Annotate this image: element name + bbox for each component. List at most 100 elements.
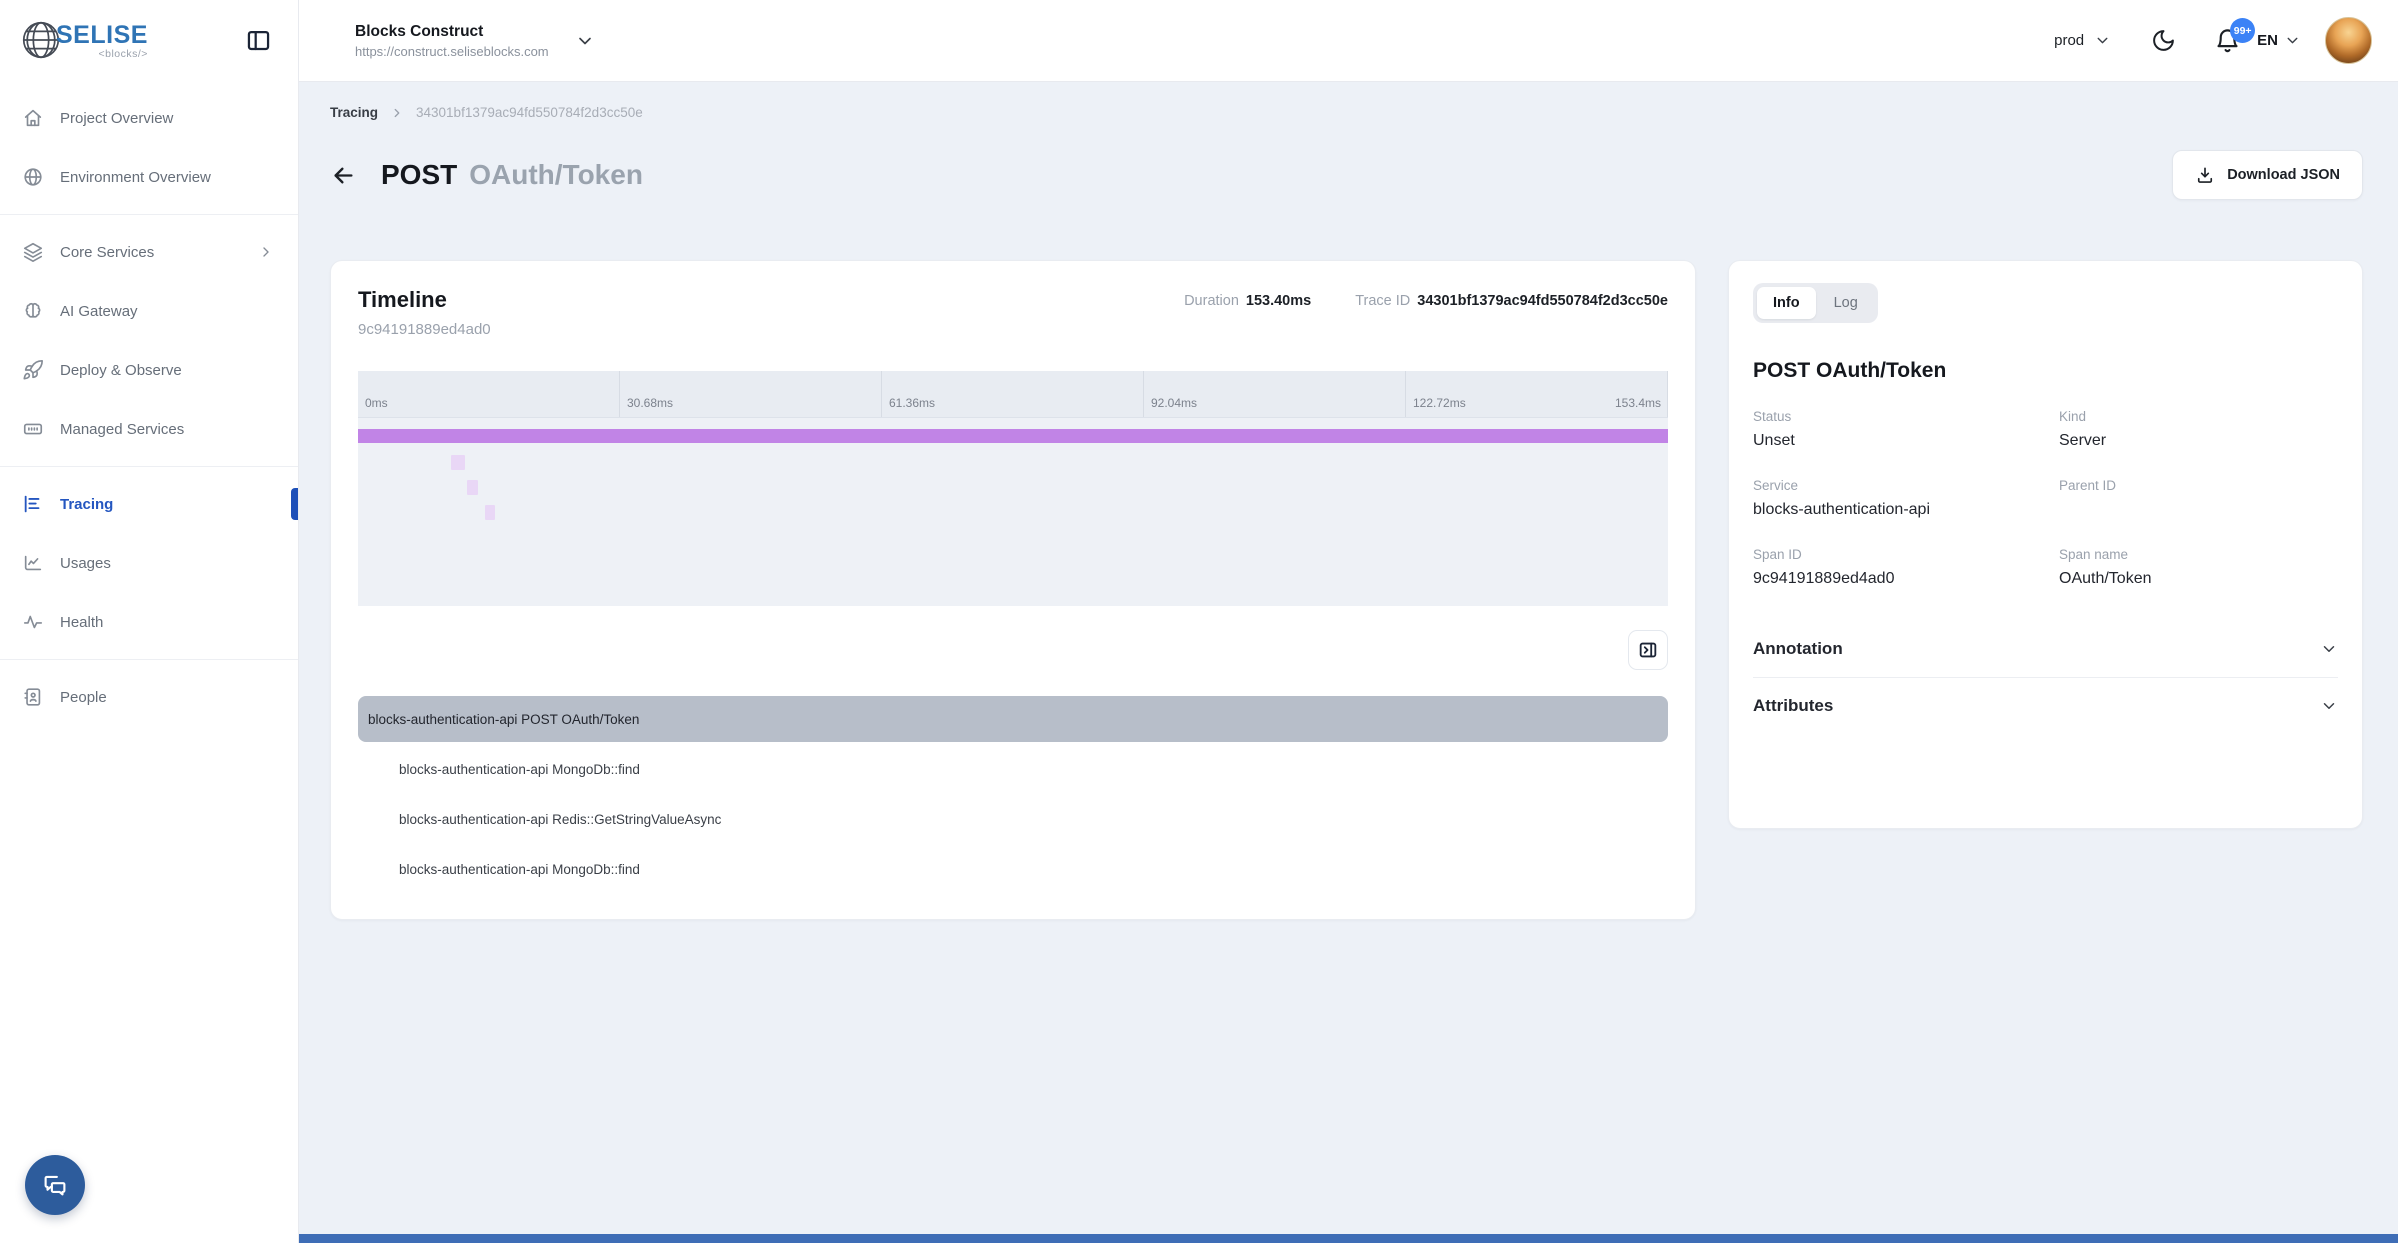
sidebar-item-label: Core Services — [60, 244, 242, 261]
sidebar-item-usages[interactable]: Usages — [0, 541, 298, 585]
topbar: Blocks Construct https://construct.selis… — [299, 0, 2398, 82]
tab-info[interactable]: Info — [1757, 287, 1816, 319]
open-panel-button[interactable] — [1628, 630, 1668, 670]
sidebar-collapse-icon[interactable] — [243, 25, 274, 56]
divider — [1753, 677, 2338, 678]
field-label: Parent ID — [2059, 478, 2338, 493]
download-json-button[interactable]: Download JSON — [2172, 150, 2363, 200]
back-button[interactable] — [330, 162, 357, 189]
span-row[interactable]: blocks-authentication-api MongoDb::find — [358, 846, 1668, 892]
timeline-chart-area — [358, 418, 1668, 606]
field-span-name: Span name OAuth/Token — [2059, 547, 2338, 589]
trace-id-value: 34301bf1379ac94fd550784f2d3cc50e — [1417, 293, 1668, 309]
annotation-section-toggle[interactable]: Annotation — [1753, 627, 2338, 671]
project-name: Blocks Construct — [355, 23, 549, 41]
sidebar-item-label: Usages — [60, 555, 274, 572]
dark-mode-toggle[interactable] — [2151, 28, 2176, 53]
sidebar-item-label: Deploy & Observe — [60, 362, 274, 379]
timeline-span-bar[interactable] — [485, 505, 495, 520]
sidebar-item-managed-services[interactable]: Managed Services — [0, 407, 298, 451]
sidebar-nav: Project Overview Environment Overview Co… — [0, 80, 298, 719]
field-status: Status Unset — [1753, 409, 2059, 451]
sidebar-item-label: AI Gateway — [60, 303, 274, 320]
annotation-label: Annotation — [1753, 639, 1843, 659]
user-avatar[interactable] — [2325, 17, 2372, 64]
field-span-id: Span ID 9c94191889ed4ad0 — [1753, 547, 2059, 589]
axis-tick: 92.04ms — [1151, 396, 1197, 410]
main-content: Tracing 34301bf1379ac94fd550784f2d3cc50e… — [299, 82, 2398, 1243]
sidebar-item-project-overview[interactable]: Project Overview — [0, 96, 298, 140]
trace-id-field: Trace ID34301bf1379ac94fd550784f2d3cc50e — [1355, 293, 1668, 309]
span-fields: Status Unset Kind Server Service blocks-… — [1753, 409, 2338, 589]
field-value: 9c94191889ed4ad0 — [1753, 570, 2059, 589]
sidebar-item-environment-overview[interactable]: Environment Overview — [0, 155, 298, 199]
span-row-root[interactable]: blocks-authentication-api POST OAuth/Tok… — [358, 696, 1668, 742]
sidebar-item-health[interactable]: Health — [0, 600, 298, 644]
language-value: EN — [2257, 32, 2278, 49]
brand-tagline: <blocks/> — [98, 48, 147, 60]
field-kind: Kind Server — [2059, 409, 2338, 451]
field-value: blocks-authentication-api — [1753, 501, 2059, 520]
sidebar-item-people[interactable]: People — [0, 675, 298, 719]
sidebar-item-label: Tracing — [60, 496, 274, 513]
field-parent-id: Parent ID — [2059, 478, 2338, 520]
field-value: Unset — [1753, 432, 2059, 451]
timeline-span-bar[interactable] — [358, 429, 1668, 443]
chevron-down-icon — [2320, 640, 2338, 658]
span-details-card: Info Log POST OAuth/Token Status Unset K… — [1728, 260, 2363, 829]
page-title: OAuth/Token — [469, 159, 643, 191]
chat-support-button[interactable] — [25, 1155, 85, 1215]
chevron-down-icon — [2284, 32, 2301, 49]
duration-label: Duration — [1184, 293, 1239, 309]
sidebar-item-label: Health — [60, 614, 274, 631]
sidebar-item-label: Managed Services — [60, 421, 274, 438]
activity-icon — [22, 611, 44, 633]
tab-log[interactable]: Log — [1818, 287, 1874, 319]
field-value: OAuth/Token — [2059, 570, 2338, 589]
selise-logo[interactable]: SELISE <blocks/> — [18, 17, 148, 63]
horizontal-scrollbar[interactable] — [299, 1234, 2398, 1243]
timeline-span-bar[interactable] — [467, 480, 477, 495]
sidebar-item-label: Project Overview — [60, 110, 274, 127]
timeline-span-id: 9c94191889ed4ad0 — [358, 321, 491, 338]
sidebar-item-ai-gateway[interactable]: AI Gateway — [0, 289, 298, 333]
notifications-button[interactable]: 99+ — [2214, 27, 2241, 54]
breadcrumb-trace-id: 34301bf1379ac94fd550784f2d3cc50e — [416, 105, 643, 120]
sidebar-divider — [0, 659, 298, 660]
sidebar-item-core-services[interactable]: Core Services — [0, 230, 298, 274]
chevron-down-icon — [575, 31, 595, 51]
chevron-right-icon — [258, 244, 274, 260]
language-select[interactable]: EN — [2257, 32, 2301, 49]
project-url: https://construct.seliseblocks.com — [355, 44, 549, 59]
project-switcher[interactable]: Blocks Construct https://construct.selis… — [355, 23, 595, 59]
sidebar-item-tracing[interactable]: Tracing — [0, 482, 298, 526]
panel-right-icon — [1637, 639, 1659, 661]
field-service: Service blocks-authentication-api — [1753, 478, 2059, 520]
active-nav-indicator — [291, 488, 298, 520]
duration-field: Duration 153.40ms — [1184, 293, 1311, 309]
sidebar: SELISE <blocks/> Project Overview — [0, 0, 299, 1243]
page-title-method: POST — [381, 159, 457, 191]
sidebar-divider — [0, 214, 298, 215]
sidebar-item-deploy-observe[interactable]: Deploy & Observe — [0, 348, 298, 392]
details-accordion: Annotation Attributes — [1753, 627, 2338, 728]
server-port-icon — [22, 418, 44, 440]
span-list: blocks-authentication-api POST OAuth/Tok… — [358, 696, 1668, 892]
breadcrumb-tracing[interactable]: Tracing — [330, 105, 378, 120]
tracing-icon — [22, 493, 44, 515]
duration-value: 153.40ms — [1246, 293, 1311, 309]
field-label: Service — [1753, 478, 2059, 493]
span-row[interactable]: blocks-authentication-api MongoDb::find — [358, 746, 1668, 792]
field-label: Status — [1753, 409, 2059, 424]
attributes-section-toggle[interactable]: Attributes — [1753, 684, 2338, 728]
chat-bubbles-icon — [40, 1170, 70, 1200]
span-row[interactable]: blocks-authentication-api Redis::GetStri… — [358, 796, 1668, 842]
environment-value: prod — [2054, 32, 2084, 49]
environment-select[interactable]: prod — [2054, 32, 2111, 49]
globe-icon — [22, 166, 44, 188]
field-label: Span ID — [1753, 547, 2059, 562]
span-row-label: blocks-authentication-api MongoDb::find — [399, 762, 640, 777]
span-details-title: POST OAuth/Token — [1753, 359, 2338, 383]
timeline-span-bar[interactable] — [451, 455, 465, 470]
axis-tick: 61.36ms — [889, 396, 935, 410]
